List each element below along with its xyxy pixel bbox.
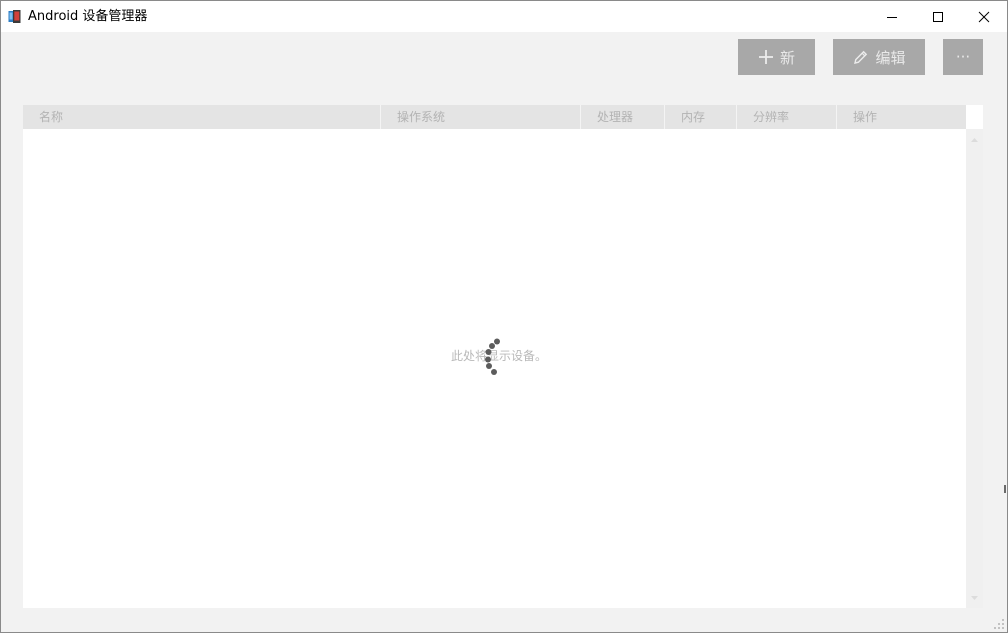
- loading-spinner-icon: [485, 338, 500, 375]
- toolbar: 新 编辑 ···: [1, 32, 1007, 81]
- new-device-button[interactable]: 新: [738, 39, 815, 75]
- minimize-button[interactable]: [869, 1, 915, 32]
- column-header-name[interactable]: 名称: [23, 105, 381, 129]
- window-edge-marker: [1004, 485, 1006, 493]
- scroll-down-button[interactable]: [966, 589, 983, 606]
- more-options-button[interactable]: ···: [943, 39, 983, 75]
- device-list-panel: 名称 操作系统 处理器 内存 分辨率 操作 此处将显示设备。: [23, 105, 983, 608]
- new-device-label: 新: [779, 48, 795, 67]
- android-device-manager-icon: [8, 10, 21, 23]
- more-options-label: ···: [955, 48, 971, 66]
- chevron-up-icon: [971, 137, 978, 142]
- scroll-up-button[interactable]: [966, 131, 983, 148]
- window-title: Android 设备管理器: [28, 9, 148, 24]
- vertical-scrollbar[interactable]: [966, 129, 983, 608]
- app-window: Android 设备管理器 新 编辑 ··· 名称 操作系统 处理器 内存 分辨…: [0, 0, 1008, 633]
- close-icon: [978, 11, 990, 22]
- column-header-os[interactable]: 操作系统: [381, 105, 581, 129]
- column-header-resolution[interactable]: 分辨率: [737, 105, 837, 129]
- edit-device-label: 编辑: [875, 48, 906, 67]
- close-button[interactable]: [961, 1, 1007, 32]
- plus-icon: [758, 49, 774, 65]
- resize-grip-icon[interactable]: [993, 618, 1005, 630]
- table-header: 名称 操作系统 处理器 内存 分辨率 操作: [23, 105, 966, 129]
- column-header-memory[interactable]: 内存: [665, 105, 737, 129]
- title-bar[interactable]: Android 设备管理器: [1, 1, 1007, 32]
- edit-device-button[interactable]: 编辑: [833, 39, 925, 75]
- pencil-icon: [852, 49, 869, 66]
- maximize-button[interactable]: [915, 1, 961, 32]
- column-header-cpu[interactable]: 处理器: [581, 105, 665, 129]
- column-header-actions[interactable]: 操作: [837, 105, 966, 129]
- minimize-icon: [887, 16, 897, 18]
- chevron-down-icon: [971, 595, 978, 600]
- maximize-icon: [933, 11, 943, 22]
